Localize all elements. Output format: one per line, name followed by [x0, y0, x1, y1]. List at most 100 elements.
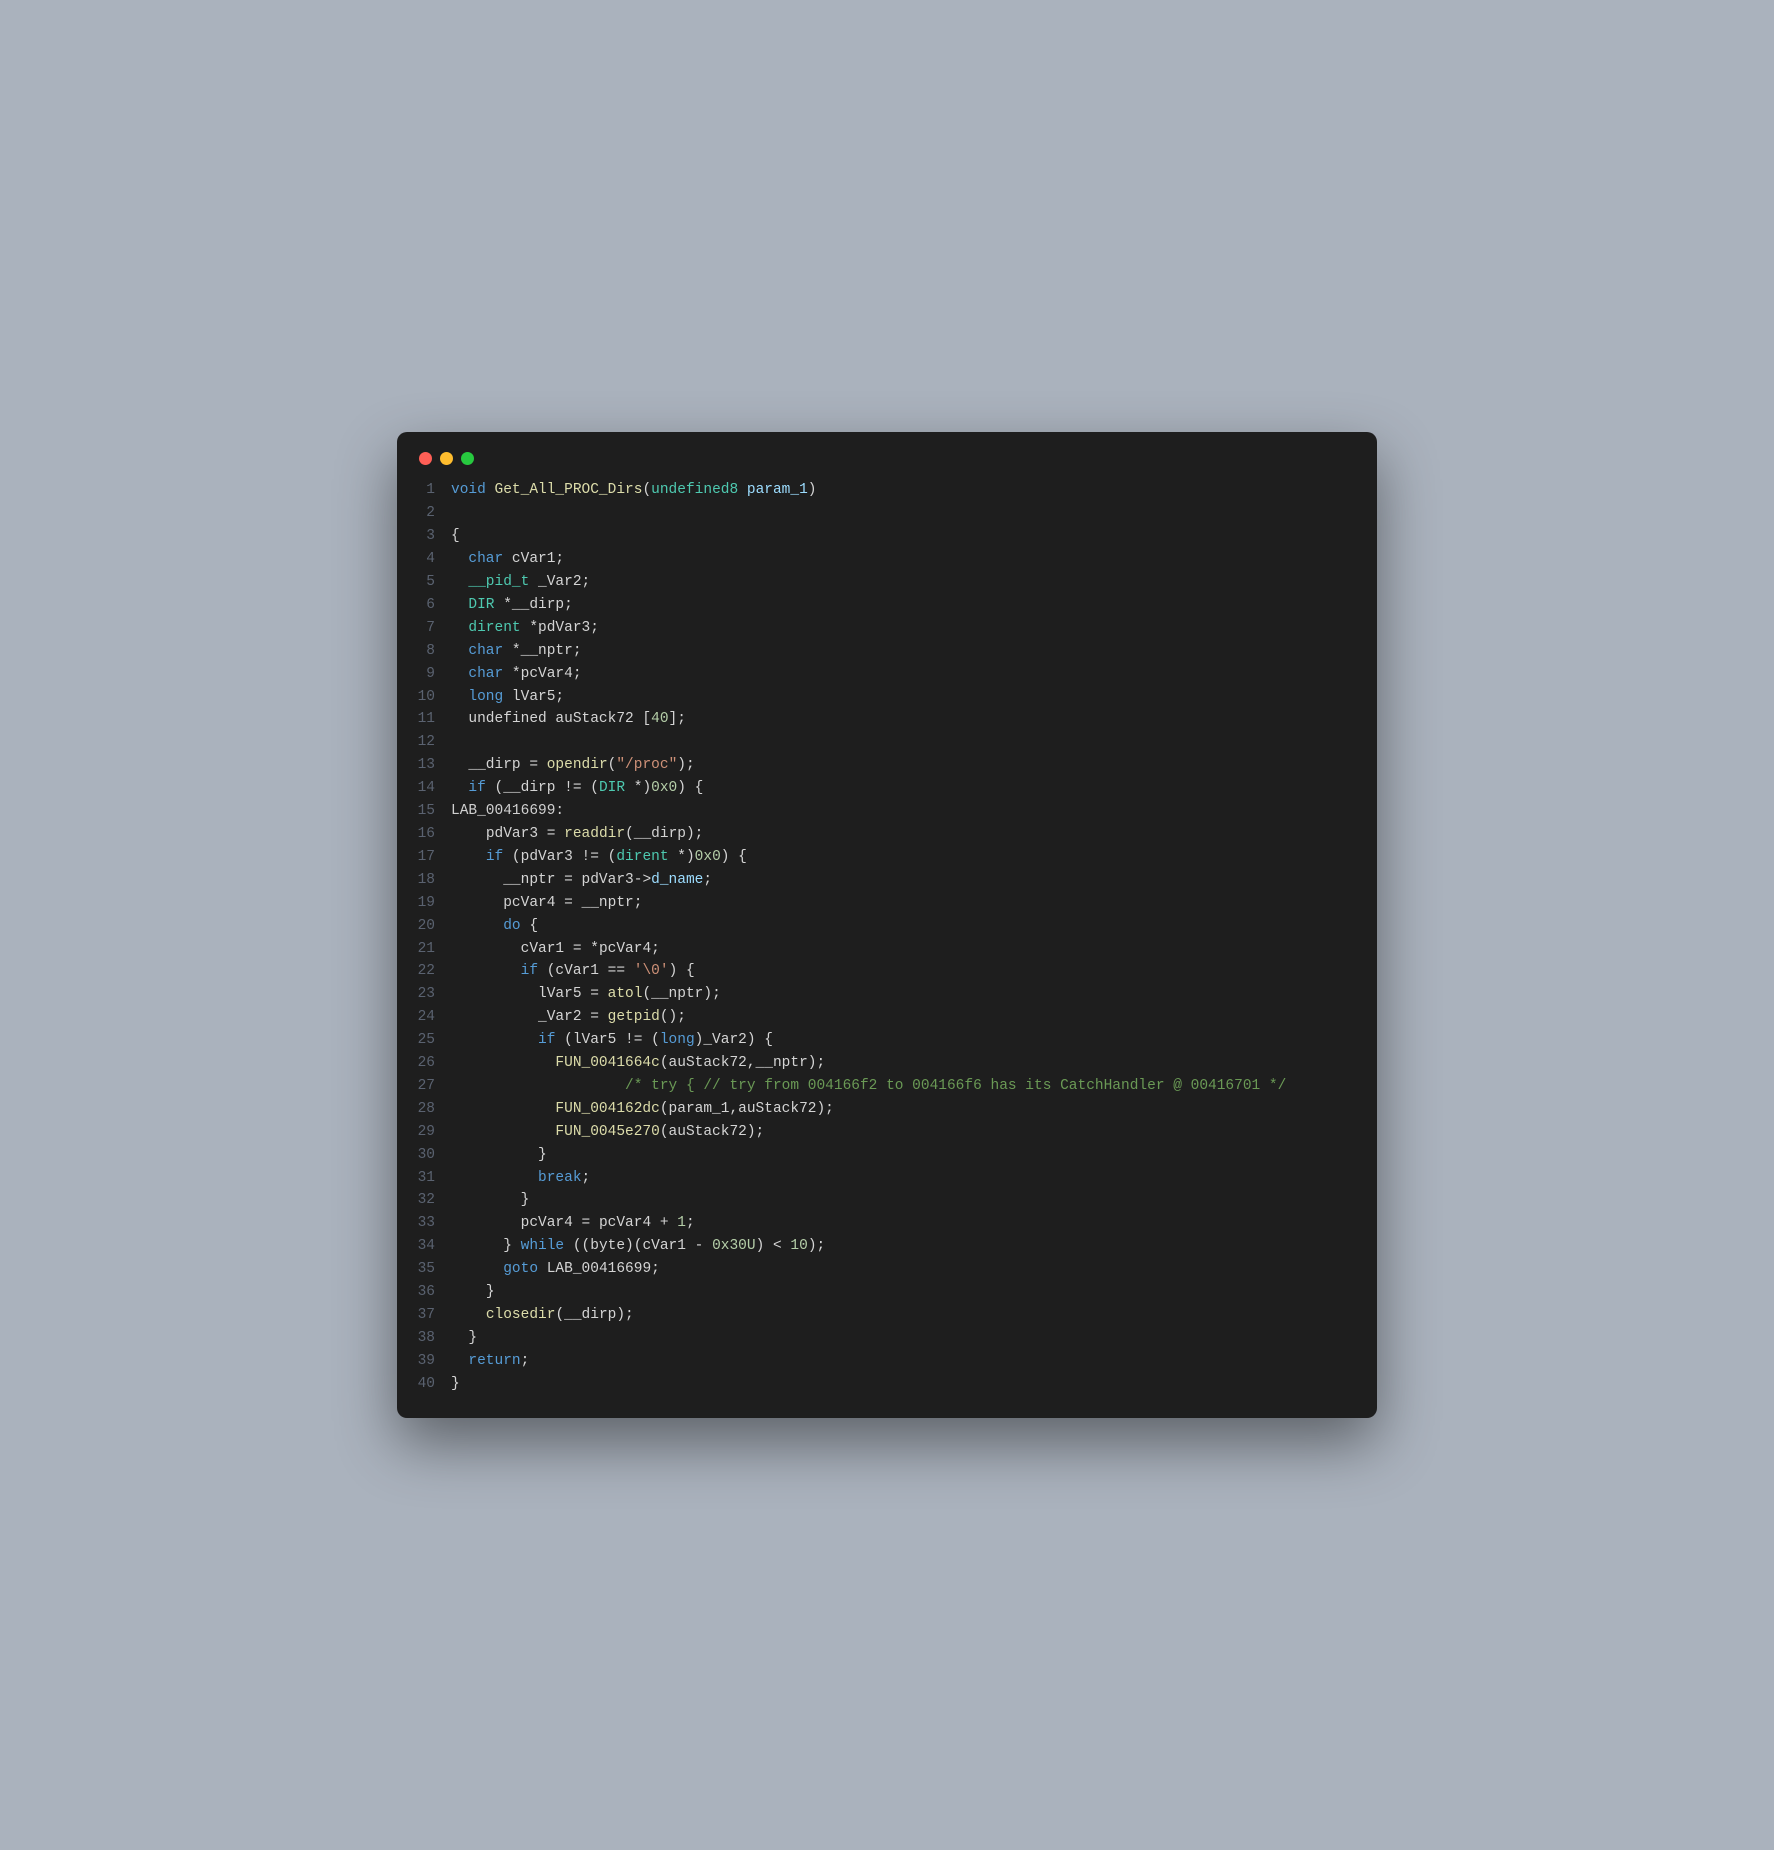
line-number: 5 [417, 571, 451, 594]
line-number: 28 [417, 1098, 451, 1121]
code-content: __pid_t _Var2; [451, 571, 1357, 594]
code-line: 8 char *__nptr; [417, 640, 1357, 663]
code-content: if (lVar5 != (long)_Var2) { [451, 1029, 1357, 1052]
code-line: 6 DIR *__dirp; [417, 594, 1357, 617]
code-line: 28 FUN_004162dc(param_1,auStack72); [417, 1098, 1357, 1121]
code-content: if (pdVar3 != (dirent *)0x0) { [451, 846, 1357, 869]
code-content: __nptr = pdVar3->d_name; [451, 869, 1357, 892]
code-line: 13 __dirp = opendir("/proc"); [417, 754, 1357, 777]
code-content: if (__dirp != (DIR *)0x0) { [451, 777, 1357, 800]
code-line: 16 pdVar3 = readdir(__dirp); [417, 823, 1357, 846]
code-content: FUN_0041664c(auStack72,__nptr); [451, 1052, 1357, 1075]
code-content: cVar1 = *pcVar4; [451, 938, 1357, 961]
code-content: } [451, 1144, 1357, 1167]
code-content: /* try { // try from 004166f2 to 004166f… [451, 1075, 1357, 1098]
code-line: 9 char *pcVar4; [417, 663, 1357, 686]
code-content: { [451, 525, 1357, 548]
code-line: 20 do { [417, 915, 1357, 938]
code-line: 7 dirent *pdVar3; [417, 617, 1357, 640]
code-content: void Get_All_PROC_Dirs(undefined8 param_… [451, 479, 1357, 502]
line-number: 7 [417, 617, 451, 640]
line-number: 13 [417, 754, 451, 777]
code-line: 11 undefined auStack72 [40]; [417, 708, 1357, 731]
minimize-icon[interactable] [440, 452, 453, 465]
code-line: 40} [417, 1373, 1357, 1396]
code-line: 15LAB_00416699: [417, 800, 1357, 823]
code-line: 29 FUN_0045e270(auStack72); [417, 1121, 1357, 1144]
line-number: 3 [417, 525, 451, 548]
line-number: 6 [417, 594, 451, 617]
line-number: 37 [417, 1304, 451, 1327]
code-line: 33 pcVar4 = pcVar4 + 1; [417, 1212, 1357, 1235]
line-number: 12 [417, 731, 451, 754]
code-content: goto LAB_00416699; [451, 1258, 1357, 1281]
line-number: 23 [417, 983, 451, 1006]
code-content: LAB_00416699: [451, 800, 1357, 823]
code-content: FUN_0045e270(auStack72); [451, 1121, 1357, 1144]
code-line: 4 char cVar1; [417, 548, 1357, 571]
code-content: dirent *pdVar3; [451, 617, 1357, 640]
code-content: long lVar5; [451, 686, 1357, 709]
code-line: 2 [417, 502, 1357, 525]
code-content: char *__nptr; [451, 640, 1357, 663]
code-content: } while ((byte)(cVar1 - 0x30U) < 10); [451, 1235, 1357, 1258]
code-content: } [451, 1327, 1357, 1350]
line-number: 31 [417, 1167, 451, 1190]
code-line: 17 if (pdVar3 != (dirent *)0x0) { [417, 846, 1357, 869]
code-line: 39 return; [417, 1350, 1357, 1373]
line-number: 14 [417, 777, 451, 800]
code-content: FUN_004162dc(param_1,auStack72); [451, 1098, 1357, 1121]
code-line: 1void Get_All_PROC_Dirs(undefined8 param… [417, 479, 1357, 502]
zoom-icon[interactable] [461, 452, 474, 465]
close-icon[interactable] [419, 452, 432, 465]
line-number: 15 [417, 800, 451, 823]
code-content: char *pcVar4; [451, 663, 1357, 686]
code-content: pcVar4 = __nptr; [451, 892, 1357, 915]
code-line: 25 if (lVar5 != (long)_Var2) { [417, 1029, 1357, 1052]
code-content: } [451, 1281, 1357, 1304]
line-number: 34 [417, 1235, 451, 1258]
code-window: 1void Get_All_PROC_Dirs(undefined8 param… [397, 432, 1377, 1417]
code-content: char cVar1; [451, 548, 1357, 571]
line-number: 4 [417, 548, 451, 571]
line-number: 10 [417, 686, 451, 709]
line-number: 8 [417, 640, 451, 663]
code-content: break; [451, 1167, 1357, 1190]
line-number: 33 [417, 1212, 451, 1235]
code-line: 5 __pid_t _Var2; [417, 571, 1357, 594]
code-content: DIR *__dirp; [451, 594, 1357, 617]
line-number: 22 [417, 960, 451, 983]
code-line: 31 break; [417, 1167, 1357, 1190]
code-content: __dirp = opendir("/proc"); [451, 754, 1357, 777]
titlebar [417, 450, 1357, 479]
line-number: 32 [417, 1189, 451, 1212]
code-line: 23 lVar5 = atol(__nptr); [417, 983, 1357, 1006]
code-line: 22 if (cVar1 == '\0') { [417, 960, 1357, 983]
code-content: pcVar4 = pcVar4 + 1; [451, 1212, 1357, 1235]
code-content: pdVar3 = readdir(__dirp); [451, 823, 1357, 846]
line-number: 39 [417, 1350, 451, 1373]
line-number: 18 [417, 869, 451, 892]
code-line: 12 [417, 731, 1357, 754]
code-content: undefined auStack72 [40]; [451, 708, 1357, 731]
line-number: 24 [417, 1006, 451, 1029]
code-line: 38 } [417, 1327, 1357, 1350]
code-content: } [451, 1189, 1357, 1212]
line-number: 11 [417, 708, 451, 731]
code-line: 14 if (__dirp != (DIR *)0x0) { [417, 777, 1357, 800]
line-number: 25 [417, 1029, 451, 1052]
code-line: 10 long lVar5; [417, 686, 1357, 709]
code-line: 27 /* try { // try from 004166f2 to 0041… [417, 1075, 1357, 1098]
line-number: 16 [417, 823, 451, 846]
code-line: 18 __nptr = pdVar3->d_name; [417, 869, 1357, 892]
line-number: 21 [417, 938, 451, 961]
code-content: return; [451, 1350, 1357, 1373]
line-number: 36 [417, 1281, 451, 1304]
line-number: 9 [417, 663, 451, 686]
line-number: 1 [417, 479, 451, 502]
line-number: 20 [417, 915, 451, 938]
line-number: 19 [417, 892, 451, 915]
line-number: 35 [417, 1258, 451, 1281]
code-content: closedir(__dirp); [451, 1304, 1357, 1327]
code-content: if (cVar1 == '\0') { [451, 960, 1357, 983]
